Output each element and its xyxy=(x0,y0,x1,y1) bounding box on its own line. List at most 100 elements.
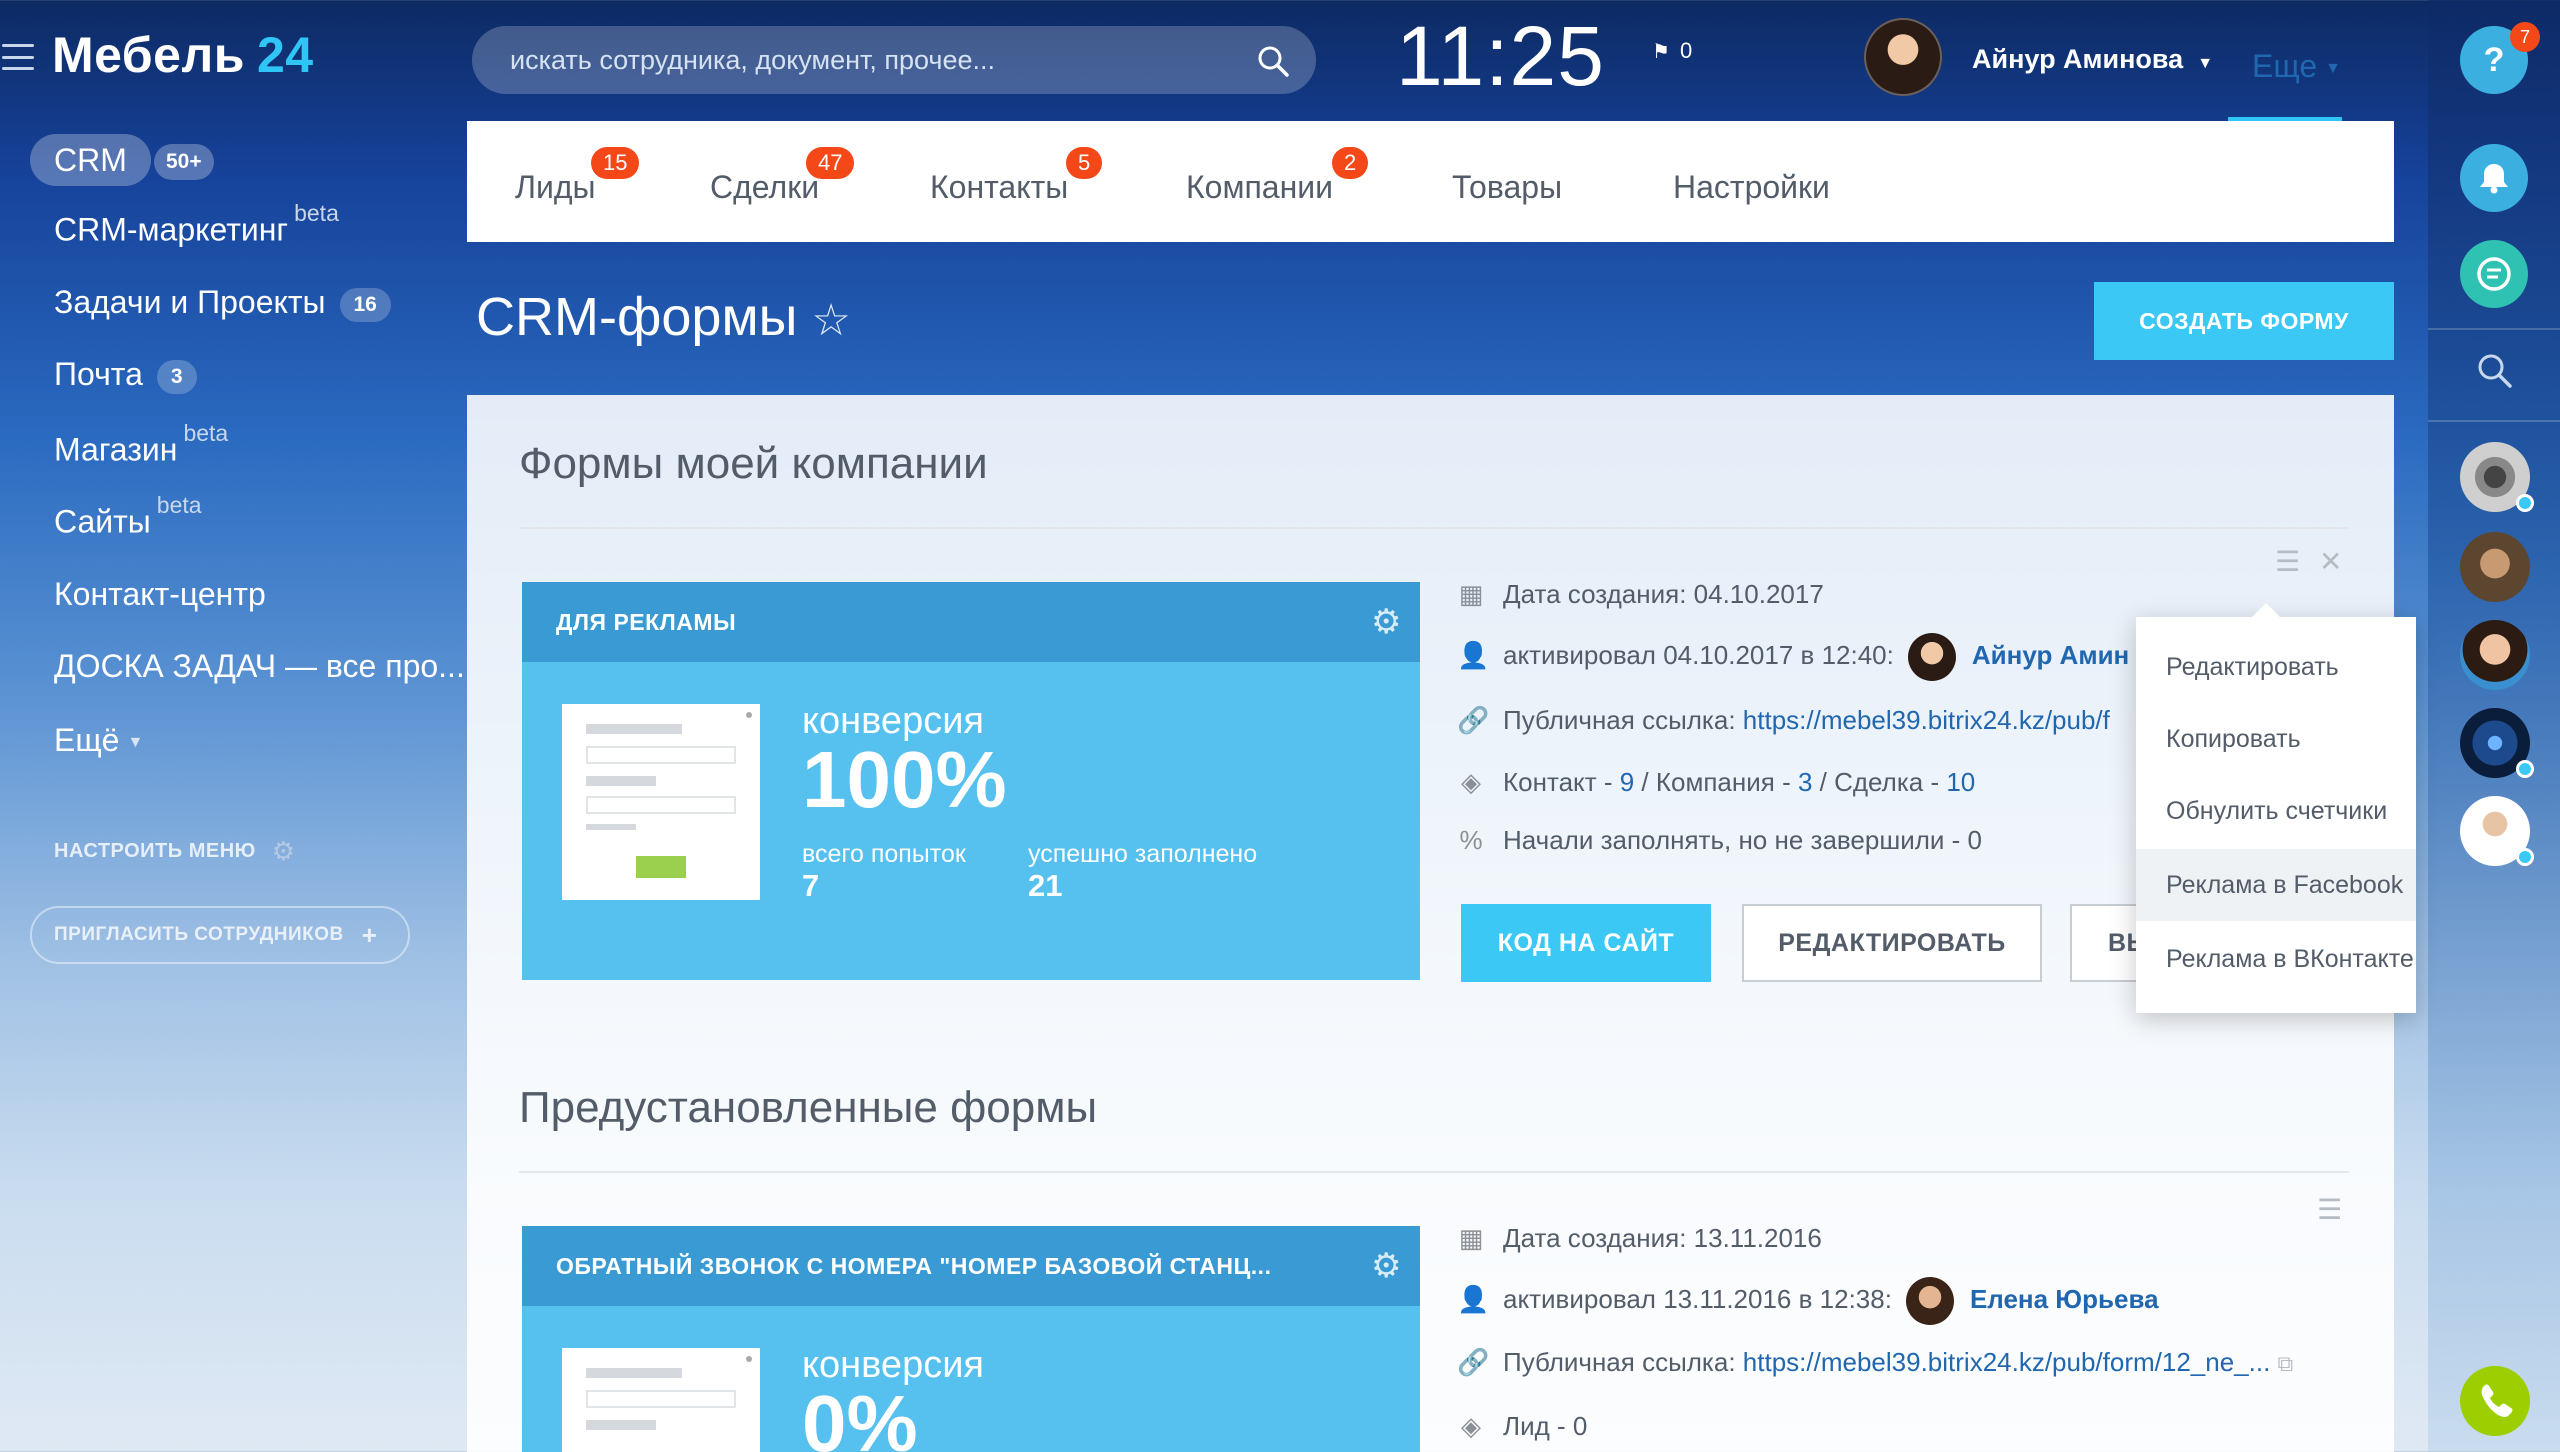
setup-menu-link[interactable]: НАСТРОИТЬ МЕНЮ ⚙ xyxy=(54,836,296,867)
drag-handle-icon[interactable]: ☰ xyxy=(2275,545,2300,578)
external-link-icon[interactable]: ⧉ xyxy=(2278,1351,2294,1376)
tab-companies[interactable]: Компании 2 xyxy=(1186,147,1369,206)
app-logo[interactable]: Мебель 24 xyxy=(52,26,314,84)
avatar[interactable] xyxy=(1864,18,1942,96)
create-form-button[interactable]: СОЗДАТЬ ФОРМУ xyxy=(2094,282,2394,360)
lead-text: Лид - 0 xyxy=(1503,1411,1588,1441)
form-card[interactable]: ОБРАТНЫЙ ЗВОНОК С НОМЕРА "НОМЕР БАЗОВОЙ … xyxy=(522,1226,1420,1452)
plus-icon: + xyxy=(361,920,378,950)
counter-badge: 2 xyxy=(1332,147,1369,179)
sidebar-item-task-board[interactable]: ДОСКА ЗАДАЧ — все про... xyxy=(54,648,465,685)
sidebar-item-shop[interactable]: Магазин beta xyxy=(54,420,228,469)
tab-more[interactable]: Еще ▼ xyxy=(2252,48,2341,85)
counter-badge: 47 xyxy=(806,147,855,179)
unfinished-text: Начали заполнять, но не завершили - 0 xyxy=(1503,825,1982,855)
menu-item-edit[interactable]: Редактировать xyxy=(2136,631,2416,703)
deal-count-link[interactable]: 10 xyxy=(1946,767,1975,797)
gear-icon[interactable]: ⚙ xyxy=(1371,582,1402,662)
sidebar-item-label: Почта xyxy=(54,356,143,392)
tab-label: Контакты xyxy=(930,169,1069,205)
info-lead: ◈ Лид - 0 xyxy=(1457,1411,1587,1442)
created-label: Дата создания: xyxy=(1503,1223,1687,1253)
form-thumbnail xyxy=(562,1348,760,1452)
tab-leads[interactable]: Лиды 15 xyxy=(515,147,640,206)
counter-badge: 15 xyxy=(591,147,640,179)
sidebar-item-label: Магазин xyxy=(54,431,178,468)
contact-label: Контакт - xyxy=(1503,767,1620,797)
work-day-flag[interactable]: ⚑ 0 xyxy=(1652,38,1692,64)
menu-item-facebook-ads[interactable]: Реклама в Facebook xyxy=(2136,849,2416,921)
company-label: / Компания - xyxy=(1634,767,1798,797)
sidebar-more-label: Ещё xyxy=(54,722,120,758)
info-created: ▦ Дата создания: 04.10.2017 xyxy=(1457,579,1824,610)
tab-contacts[interactable]: Контакты 5 xyxy=(930,147,1103,206)
bell-icon[interactable] xyxy=(2460,144,2528,212)
avatar xyxy=(1907,633,1956,681)
divider xyxy=(2428,420,2560,422)
drag-handle-icon[interactable]: ☰ xyxy=(2317,1193,2342,1226)
layers-icon: ◈ xyxy=(1461,1411,1481,1441)
phone-icon[interactable] xyxy=(2460,1366,2530,1436)
setup-menu-label: НАСТРОИТЬ МЕНЮ xyxy=(54,839,256,862)
company-count-link[interactable]: 3 xyxy=(1798,767,1812,797)
search-icon[interactable] xyxy=(1256,44,1290,78)
tab-settings[interactable]: Настройки xyxy=(1673,169,1830,206)
link-icon: 🔗 xyxy=(1457,705,1490,735)
logo-text: Мебель xyxy=(52,27,245,83)
tab-label: Лиды xyxy=(515,169,596,205)
percent-icon: % xyxy=(1459,825,1483,855)
search-icon[interactable] xyxy=(2476,352,2514,399)
page-title: CRM-формы ☆ xyxy=(476,286,851,348)
page-title-text: CRM-формы xyxy=(476,287,798,347)
sidebar-item-crm-marketing[interactable]: CRM-маркетинг beta xyxy=(54,200,339,249)
beta-label: beta xyxy=(183,420,229,446)
invite-employees-button[interactable]: ПРИГЛАСИТЬ СОТРУДНИКОВ + xyxy=(30,906,410,964)
active-tab-indicator xyxy=(2228,117,2342,121)
public-link[interactable]: https://mebel39.bitrix24.kz/pub/form/12_… xyxy=(1743,1347,2271,1377)
layers-icon: ◈ xyxy=(1461,767,1481,797)
more-actions-button[interactable]: ВЫ xyxy=(2070,904,2140,982)
sidebar-item-contact-center[interactable]: Контакт-центр xyxy=(54,576,266,613)
form-name: ОБРАТНЫЙ ЗВОНОК С НОМЕРА "НОМЕР БАЗОВОЙ … xyxy=(556,1253,1272,1279)
menu-burger-icon[interactable] xyxy=(2,44,34,70)
activated-user-link[interactable]: Айнур Амин xyxy=(1972,640,2129,670)
sidebar-item-label: CRM-маркетинг xyxy=(54,211,289,248)
divider xyxy=(519,1171,2349,1173)
beta-label: beta xyxy=(294,200,339,226)
edit-button[interactable]: РЕДАКТИРОВАТЬ xyxy=(1742,904,2042,982)
form-card[interactable]: ДЛЯ РЕКЛАМЫ ⚙ конверсия 100% всего попыто… xyxy=(522,582,1420,980)
menu-item-reset-counters[interactable]: Обнулить счетчики xyxy=(2136,775,2416,847)
user-name: Айнур Аминова xyxy=(1972,44,2184,74)
tab-deals[interactable]: Сделки 47 xyxy=(710,147,855,206)
tab-products[interactable]: Товары xyxy=(1452,169,1562,206)
status-badge xyxy=(2516,494,2534,512)
avatar[interactable] xyxy=(2460,532,2530,602)
menu-item-copy[interactable]: Копировать xyxy=(2136,703,2416,775)
form-actions-menu: Редактировать Копировать Обнулить счетчи… xyxy=(2136,603,2416,1013)
tab-label: Настройки xyxy=(1673,169,1830,205)
chat-icon[interactable] xyxy=(2460,240,2528,308)
avatar[interactable] xyxy=(2460,620,2530,690)
public-link[interactable]: https://mebel39.bitrix24.kz/pub/f xyxy=(1743,705,2110,735)
public-link-label: Публичная ссылка: xyxy=(1503,705,1736,735)
sidebar-more[interactable]: Ещё ▼ xyxy=(54,722,143,759)
search-input[interactable] xyxy=(510,26,1230,94)
user-menu[interactable]: Айнур Аминова ▼ xyxy=(1972,44,2213,75)
sidebar-item-label: Контакт-центр xyxy=(54,576,266,612)
tab-label: Компании xyxy=(1186,169,1333,205)
close-icon[interactable]: ✕ xyxy=(2319,545,2342,578)
clock[interactable]: 11:25 xyxy=(1396,8,1605,105)
gear-icon[interactable]: ⚙ xyxy=(1371,1226,1402,1306)
sidebar-item-tasks[interactable]: Задачи и Проекты 16 xyxy=(54,284,391,322)
sidebar-item-sites[interactable]: Сайты beta xyxy=(54,492,202,541)
main-content: Формы моей компании ДЛЯ РЕКЛАМЫ ⚙ конверс… xyxy=(467,395,2394,1452)
sidebar-item-mail[interactable]: Почта 3 xyxy=(54,356,197,394)
sidebar-item-crm[interactable]: CRM xyxy=(30,134,151,186)
info-unfinished: % Начали заполнять, но не завершили - 0 xyxy=(1457,825,1982,856)
activated-user-link[interactable]: Елена Юрьева xyxy=(1970,1284,2159,1314)
contact-count-link[interactable]: 9 xyxy=(1620,767,1634,797)
star-icon[interactable]: ☆ xyxy=(811,296,850,345)
filled-value: 21 xyxy=(1028,868,1063,903)
site-code-button[interactable]: КОД НА САЙТ xyxy=(1461,904,1711,982)
menu-item-vk-ads[interactable]: Реклама в ВКонтакте xyxy=(2136,923,2416,995)
